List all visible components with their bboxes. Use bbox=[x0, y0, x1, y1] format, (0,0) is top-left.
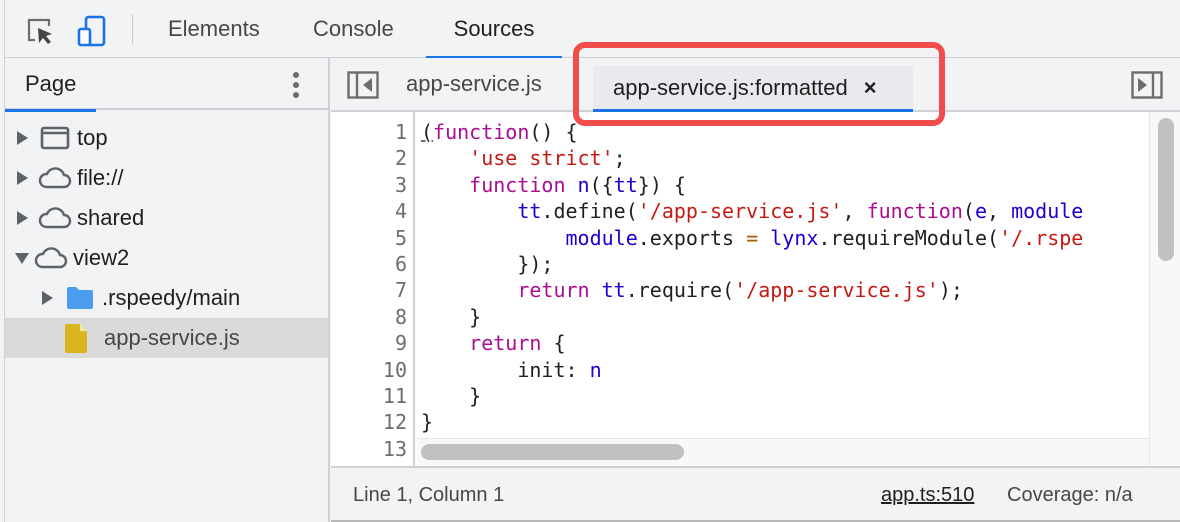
tree-item-app-service[interactable]: app-service.js bbox=[5, 318, 328, 358]
horizontal-scrollbar[interactable] bbox=[417, 438, 1149, 466]
expand-arrow-icon[interactable] bbox=[17, 211, 29, 225]
code-editor[interactable]: 1 2 3 4 5 6 7 8 9 10 11 12 13 (function() { 'use str… bbox=[331, 112, 1180, 466]
line-number-gutter: 1 2 3 4 5 6 7 8 9 10 11 12 13 bbox=[331, 112, 415, 466]
tree-item-label: .rspeedy/main bbox=[102, 285, 241, 310]
tree-item-file[interactable]: file:// bbox=[5, 158, 328, 198]
editor-tab-app-service-formatted[interactable]: app-service.js:formatted × bbox=[593, 66, 913, 112]
file-tree: top file:// shared view2 .rspeedy/main a… bbox=[5, 118, 328, 358]
tree-item-top[interactable]: top bbox=[5, 118, 328, 158]
cloud-icon bbox=[33, 244, 69, 272]
line-number[interactable]: 10 bbox=[331, 357, 415, 383]
tab-console[interactable]: Console bbox=[293, 0, 414, 58]
editor-tabbar: app-service.js app-service.js:formatted … bbox=[331, 58, 1180, 112]
code-line[interactable]: init: n bbox=[421, 357, 1149, 383]
file-icon bbox=[62, 324, 92, 353]
line-number[interactable]: 7 bbox=[331, 277, 415, 303]
horizontal-scrollbar-thumb[interactable] bbox=[421, 444, 684, 460]
toggle-debugger-icon[interactable] bbox=[1131, 71, 1163, 99]
code-line[interactable]: (function() { bbox=[421, 119, 1149, 145]
coverage-status: Coverage: n/a bbox=[1007, 484, 1133, 506]
tree-item-rspeedy-main[interactable]: .rspeedy/main bbox=[5, 278, 328, 318]
vertical-scrollbar-thumb[interactable] bbox=[1158, 118, 1174, 261]
line-number[interactable]: 5 bbox=[331, 225, 415, 251]
code-line[interactable]: } bbox=[421, 383, 1149, 409]
code-line[interactable]: }); bbox=[421, 251, 1149, 277]
folder-icon bbox=[62, 284, 98, 312]
line-number[interactable]: 11 bbox=[331, 383, 415, 409]
cursor-position: Line 1, Column 1 bbox=[353, 484, 505, 506]
code-line[interactable]: return { bbox=[421, 330, 1149, 356]
frame-icon bbox=[37, 124, 73, 152]
expand-arrow-icon[interactable] bbox=[42, 291, 54, 305]
code-content[interactable]: (function() { 'use strict'; function n({… bbox=[421, 119, 1149, 439]
collapse-arrow-icon[interactable] bbox=[15, 252, 29, 264]
code-line[interactable]: function n({tt}) { bbox=[421, 172, 1149, 198]
devtools-toolbar: Elements Console Sources bbox=[5, 0, 1180, 59]
tree-item-shared[interactable]: shared bbox=[5, 198, 328, 238]
tab-sources[interactable]: Sources bbox=[426, 0, 562, 59]
expand-arrow-icon[interactable] bbox=[17, 131, 29, 145]
line-number[interactable]: 8 bbox=[331, 304, 415, 330]
expand-arrow-icon[interactable] bbox=[17, 171, 29, 185]
toolbar-divider bbox=[132, 14, 133, 45]
tree-item-label: view2 bbox=[73, 245, 130, 270]
code-line[interactable]: } bbox=[421, 304, 1149, 330]
code-line[interactable]: return tt.require('/app-service.js'); bbox=[421, 277, 1149, 303]
tree-item-label: top bbox=[77, 125, 108, 150]
code-line[interactable]: module.exports = lynx.requireModule('/.r… bbox=[421, 225, 1149, 251]
source-map-link[interactable]: app.ts:510 bbox=[881, 484, 974, 507]
sources-navigator: Page top file:// shared view2 .rspeedy/m… bbox=[5, 58, 330, 522]
tree-item-label: app-service.js bbox=[104, 325, 240, 350]
device-toolbar-icon[interactable] bbox=[75, 14, 109, 48]
inspect-element-icon[interactable] bbox=[23, 14, 57, 48]
line-number[interactable]: 13 bbox=[331, 436, 415, 462]
toggle-navigator-icon[interactable] bbox=[347, 71, 379, 99]
editor-tab-label: app-service.js:formatted bbox=[613, 75, 848, 100]
tree-item-label: file:// bbox=[77, 165, 124, 190]
code-line[interactable]: tt.define('/app-service.js', function(e,… bbox=[421, 198, 1149, 224]
tree-item-view2[interactable]: view2 bbox=[5, 238, 328, 278]
code-line[interactable]: 'use strict'; bbox=[421, 145, 1149, 171]
tree-item-label: shared bbox=[77, 205, 145, 230]
code-line[interactable]: } bbox=[421, 409, 1149, 435]
line-number[interactable]: 1 bbox=[331, 119, 415, 145]
editor-tab-app-service[interactable]: app-service.js bbox=[406, 58, 542, 110]
close-icon[interactable]: × bbox=[864, 77, 877, 99]
tab-page[interactable]: Page bbox=[5, 58, 97, 112]
line-number[interactable]: 4 bbox=[331, 198, 415, 224]
navigator-header: Page bbox=[5, 58, 328, 112]
line-number[interactable]: 6 bbox=[331, 251, 415, 277]
line-number[interactable]: 3 bbox=[331, 172, 415, 198]
line-number[interactable]: 2 bbox=[331, 145, 415, 171]
cloud-icon bbox=[37, 164, 73, 192]
line-number[interactable]: 12 bbox=[331, 409, 415, 435]
cloud-icon bbox=[37, 204, 73, 232]
status-bar: Line 1, Column 1 app.ts:510 Coverage: n/… bbox=[331, 466, 1180, 522]
kebab-menu-icon[interactable] bbox=[285, 70, 307, 100]
line-number[interactable]: 9 bbox=[331, 330, 415, 356]
vertical-scrollbar[interactable] bbox=[1149, 112, 1180, 466]
tab-elements[interactable]: Elements bbox=[148, 0, 280, 58]
